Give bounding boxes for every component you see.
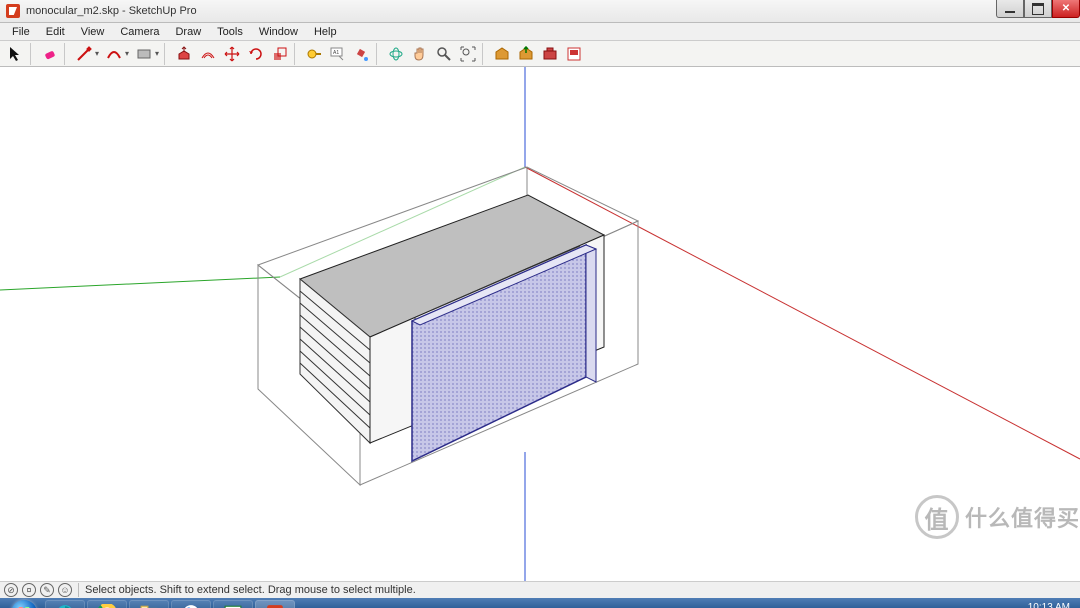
select-tool-button[interactable] bbox=[4, 43, 28, 65]
windows-logo-icon bbox=[11, 600, 37, 608]
taskbar-app-4[interactable] bbox=[171, 600, 211, 608]
menu-tools[interactable]: Tools bbox=[209, 24, 251, 40]
paint-tool-button[interactable] bbox=[350, 43, 374, 65]
model-viewport[interactable]: 值 什么值得买 bbox=[0, 67, 1080, 581]
system-tray: CH ▴ 10:13 AM 3/21/2016 bbox=[946, 598, 1077, 608]
menu-help[interactable]: Help bbox=[306, 24, 345, 40]
minimize-button[interactable] bbox=[996, 0, 1024, 18]
pan-tool-button[interactable] bbox=[408, 43, 432, 65]
offset-tool-button[interactable] bbox=[196, 43, 220, 65]
svg-text:A1: A1 bbox=[333, 50, 339, 56]
credits-icon[interactable]: ¤ bbox=[22, 583, 36, 597]
menu-bar: File Edit View Camera Draw Tools Window … bbox=[0, 23, 1080, 41]
move-tool-button[interactable] bbox=[220, 43, 244, 65]
status-bar: ⊘ ¤ ✎ ☺ Select objects. Shift to extend … bbox=[0, 581, 1080, 598]
tape-tool-button[interactable] bbox=[302, 43, 326, 65]
get-models-button[interactable] bbox=[490, 43, 514, 65]
taskbar-app-1[interactable] bbox=[45, 600, 85, 608]
pushpull-tool-button[interactable] bbox=[172, 43, 196, 65]
taskbar-chrome[interactable] bbox=[87, 600, 127, 608]
taskbar-explorer[interactable] bbox=[129, 600, 169, 608]
zoom-extents-button[interactable] bbox=[456, 43, 480, 65]
menu-file[interactable]: File bbox=[4, 24, 38, 40]
zoom-tool-button[interactable] bbox=[432, 43, 456, 65]
share-model-button[interactable] bbox=[514, 43, 538, 65]
app-icon bbox=[6, 4, 20, 18]
text-tool-button[interactable]: A1 bbox=[326, 43, 350, 65]
shape-dropdown-icon[interactable]: ▾ bbox=[152, 49, 162, 58]
tray-time: 10:13 AM bbox=[1026, 602, 1071, 608]
claim-credit-icon[interactable]: ✎ bbox=[40, 583, 54, 597]
menu-camera[interactable]: Camera bbox=[112, 24, 167, 40]
orbit-tool-button[interactable] bbox=[384, 43, 408, 65]
scale-tool-button[interactable] bbox=[268, 43, 292, 65]
layout-button[interactable] bbox=[562, 43, 586, 65]
arc-dropdown-icon[interactable]: ▾ bbox=[122, 49, 132, 58]
menu-window[interactable]: Window bbox=[251, 24, 306, 40]
taskbar-excel[interactable]: X bbox=[213, 600, 253, 608]
maximize-button[interactable] bbox=[1024, 0, 1052, 18]
taskbar-sketchup[interactable] bbox=[255, 600, 295, 608]
title-bar: monocular_m2.skp - SketchUp Pro ✕ bbox=[0, 0, 1080, 23]
start-button[interactable] bbox=[4, 598, 44, 608]
extension-warehouse-button[interactable] bbox=[538, 43, 562, 65]
close-button[interactable]: ✕ bbox=[1052, 0, 1080, 18]
menu-edit[interactable]: Edit bbox=[38, 24, 73, 40]
status-hint: Select objects. Shift to extend select. … bbox=[85, 584, 416, 596]
toolbar: ▾ ▾ ▾ A1 bbox=[0, 41, 1080, 67]
tray-clock[interactable]: 10:13 AM 3/21/2016 bbox=[1026, 602, 1077, 608]
rotate-tool-button[interactable] bbox=[244, 43, 268, 65]
line-dropdown-icon[interactable]: ▾ bbox=[92, 49, 102, 58]
menu-view[interactable]: View bbox=[73, 24, 113, 40]
window-title: monocular_m2.skp - SketchUp Pro bbox=[26, 5, 197, 17]
geolocation-icon[interactable]: ⊘ bbox=[4, 583, 18, 597]
taskbar: X CH ▴ 10:13 AM 3/21/2016 bbox=[0, 598, 1080, 608]
menu-draw[interactable]: Draw bbox=[167, 24, 209, 40]
eraser-tool-button[interactable] bbox=[38, 43, 62, 65]
user-icon[interactable]: ☺ bbox=[58, 583, 72, 597]
scene-canvas bbox=[0, 67, 1080, 581]
